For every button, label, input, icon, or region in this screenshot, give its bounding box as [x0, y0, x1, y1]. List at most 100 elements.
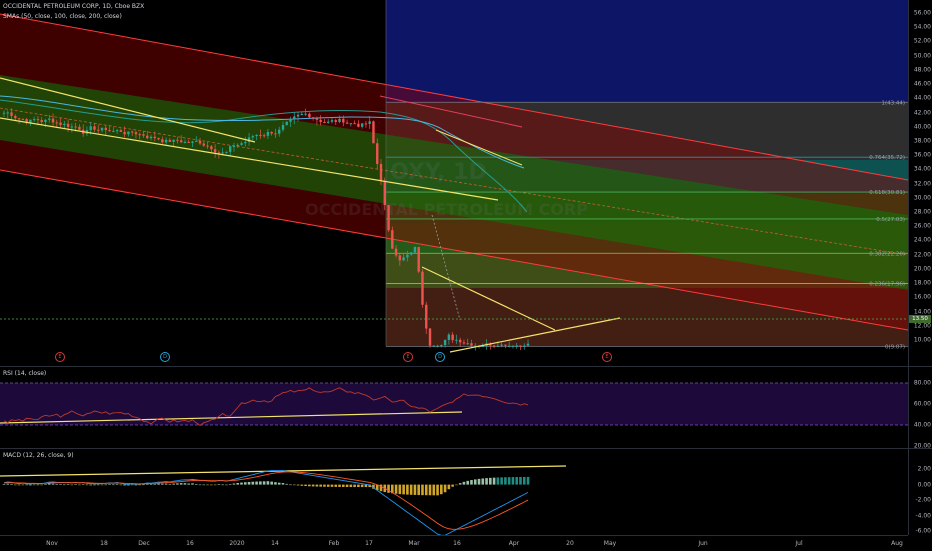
macd-hist-bar	[44, 484, 47, 485]
macd-hist-bar	[504, 477, 507, 485]
price-tick: 26.00	[913, 222, 931, 230]
candle-body	[440, 345, 443, 347]
candle-body	[183, 141, 187, 143]
candle-body	[191, 141, 194, 143]
macd-hist-bar	[259, 481, 262, 485]
candle-body	[266, 132, 270, 136]
macd-hist-bar	[507, 477, 511, 485]
candle-body	[97, 129, 100, 131]
candle-body	[221, 152, 224, 154]
macd-hist-bar	[515, 477, 519, 485]
price-tick: 52.00	[913, 37, 931, 45]
price-chart-pane[interactable]: 1(43.44) 0.764(35.72) 0.618(30.81) 0.5(27.0…	[0, 0, 908, 366]
candle-body	[304, 113, 307, 115]
macd-hist-bar	[161, 483, 164, 485]
rsi-title[interactable]: RSI (14, close)	[3, 370, 46, 377]
time-tick: Dec	[138, 540, 150, 547]
macd-hist-bar	[183, 483, 187, 485]
candle-body	[48, 118, 51, 120]
macd-pane[interactable]: MACD (12, 26, close, 9)	[0, 449, 908, 535]
candle-body	[458, 339, 462, 343]
candle-body	[466, 343, 469, 345]
macd-axis[interactable]: 2.00 0.00 -2.00 -4.00 -6.00	[908, 449, 932, 535]
price-tick: 12.00	[913, 322, 931, 330]
price-tick: 18.00	[913, 279, 931, 287]
price-axis[interactable]: 56.00 54.00 52.00 50.00 48.00 46.00 44.00 42.00…	[908, 0, 932, 366]
macd-hist-bar	[387, 484, 390, 493]
price-tick: 54.00	[913, 23, 931, 31]
candle-body	[432, 345, 435, 347]
earnings-event-icon[interactable]: E	[403, 352, 413, 362]
candle-body	[402, 257, 405, 261]
candle-body	[225, 151, 228, 153]
macd-hist-bar	[289, 484, 292, 486]
candle-body	[179, 140, 183, 143]
macd-hist-bar	[330, 484, 334, 487]
macd-hist-bar	[274, 482, 277, 485]
earnings-event-icon[interactable]: E	[55, 352, 65, 362]
rsi-axis[interactable]: 80.00 60.00 40.00 20.00	[908, 367, 932, 450]
candle-body	[262, 135, 266, 137]
candle-body	[330, 120, 334, 122]
macd-hist-bar	[130, 484, 134, 486]
macd-hist-bar	[85, 484, 89, 486]
candle-body	[168, 139, 172, 142]
candle-body	[470, 343, 473, 346]
macd-hist-bar	[66, 484, 70, 485]
price-tick: 24.00	[913, 236, 931, 244]
candle-body	[259, 134, 262, 136]
candle-body	[202, 143, 206, 146]
sma-legend[interactable]: SMAs (50, close, 100, close, 200, close)	[3, 13, 122, 20]
price-tick: 28.00	[913, 208, 931, 216]
candle-body	[240, 143, 243, 145]
macd-hist-bar	[81, 484, 85, 486]
candle-body	[2, 112, 6, 114]
candle-body	[119, 130, 123, 132]
candle-body	[115, 130, 119, 132]
macd-hist-bar	[296, 484, 300, 486]
candle-body	[251, 136, 255, 138]
rsi-band	[0, 383, 908, 425]
candle-body	[308, 113, 311, 118]
candle-body	[500, 344, 503, 346]
time-tick: Apr	[508, 540, 520, 547]
macd-hist-bar	[202, 484, 206, 486]
symbol-title[interactable]: OCCIDENTAL PETROLEUM CORP, 1D, Cboe BZX	[3, 3, 144, 10]
last-price-tag: 13.50	[909, 315, 931, 323]
candle-body	[447, 334, 451, 340]
candle-body	[36, 119, 40, 121]
macd-hist-bar	[194, 483, 198, 485]
macd-hist-bar	[225, 484, 228, 486]
price-tick: 10.00	[913, 336, 931, 344]
macd-hist-bar	[70, 484, 74, 486]
rsi-pane[interactable]: RSI (14, close)	[0, 367, 908, 448]
macd-hist-bar	[247, 481, 251, 485]
macd-hist-bar	[473, 479, 477, 485]
macd-hist-bar	[96, 484, 100, 486]
macd-hist-bar	[451, 484, 454, 487]
time-tick: Aug	[891, 540, 903, 547]
macd-hist-bar	[2, 484, 6, 485]
candle-body	[187, 141, 190, 143]
signal-line	[3, 471, 529, 530]
macd-hist-bar	[240, 482, 243, 485]
macd-hist-bar	[323, 484, 326, 487]
price-tick: 42.00	[913, 109, 931, 117]
candle-body	[100, 127, 104, 131]
earnings-event-icon[interactable]: E	[602, 352, 612, 362]
time-tick: 14	[271, 540, 279, 547]
candle-body	[526, 343, 530, 346]
macd-title[interactable]: MACD (12, 26, close, 9)	[3, 452, 74, 459]
macd-line	[3, 470, 529, 535]
candle-body	[278, 129, 281, 134]
candle-body	[66, 123, 70, 127]
time-axis[interactable]: Nov 18 Dec 16 2020 14 Feb 17 Mar 16 Apr 20 May Jun Jul…	[0, 535, 908, 551]
macd-hist-bar	[25, 484, 28, 486]
macd-hist-bar	[89, 484, 93, 486]
dividend-event-icon[interactable]: D	[160, 352, 170, 362]
dividend-event-icon[interactable]: D	[435, 352, 445, 362]
candle-body	[70, 126, 74, 128]
macd-hist-bar	[210, 484, 213, 486]
candle-body	[127, 131, 130, 135]
time-tick: 20	[566, 540, 574, 547]
